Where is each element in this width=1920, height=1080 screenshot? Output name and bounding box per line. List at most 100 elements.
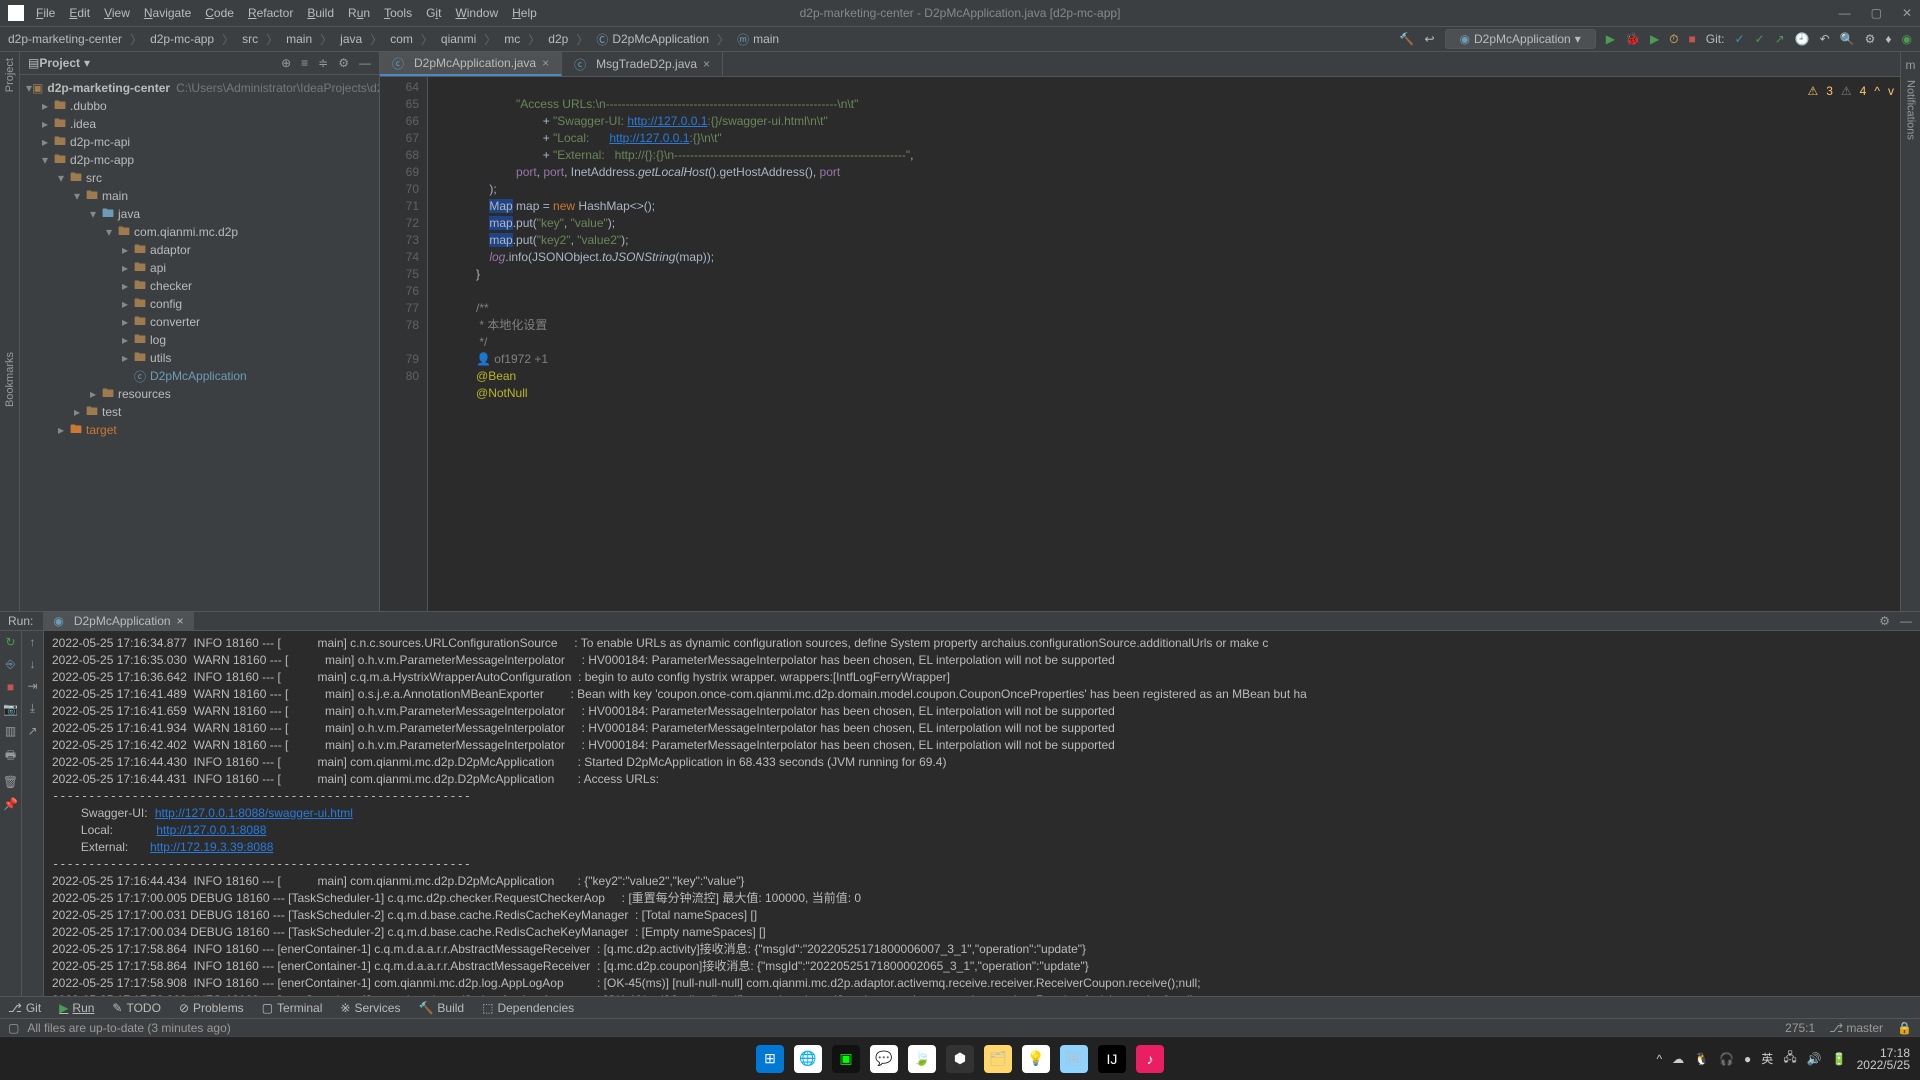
tw-todo[interactable]: ✎TODO	[112, 1001, 161, 1015]
tw-terminal[interactable]: ▢Terminal	[262, 1001, 323, 1015]
line-gutter[interactable]: 6465666768697071727374757677787980	[380, 77, 428, 611]
wifi-icon[interactable]: 🖧	[1783, 1048, 1796, 1069]
menu-edit[interactable]: Edit	[69, 6, 90, 20]
minimize-icon[interactable]: —	[1839, 6, 1851, 20]
console-output[interactable]: 2022-05-25 17:16:34.877 INFO 18160 --- […	[44, 631, 1920, 1013]
external-link[interactable]: http://172.19.3.39:8088	[150, 840, 273, 854]
chat-app[interactable]: 💬	[870, 1045, 898, 1073]
settings-icon[interactable]: ⚙	[1865, 32, 1876, 46]
tree-item[interactable]: test	[102, 405, 121, 419]
onedrive-icon[interactable]: ☁	[1672, 1052, 1684, 1066]
crumb-6[interactable]: qianmi	[441, 32, 476, 46]
tree-item[interactable]: checker	[150, 279, 192, 293]
crumb-5[interactable]: com	[390, 32, 413, 46]
tree-root[interactable]: d2p-marketing-center	[47, 81, 170, 95]
menu-file[interactable]: File	[36, 6, 55, 20]
battery-icon[interactable]: 🔋	[1832, 1052, 1847, 1066]
project-tab[interactable]: Project	[4, 58, 16, 92]
attach-icon[interactable]: ⎆	[6, 657, 16, 672]
tree-item[interactable]: adaptor	[150, 243, 191, 257]
crumb-1[interactable]: d2p-mc-app	[150, 32, 214, 46]
tw-services[interactable]: ※Services	[340, 1001, 400, 1015]
caret-position[interactable]: 275:1	[1785, 1021, 1815, 1035]
rollback-icon[interactable]: ↶	[1820, 32, 1830, 46]
profile-icon[interactable]: ⏱	[1669, 32, 1678, 47]
crumb-10[interactable]: main	[753, 32, 779, 46]
clock[interactable]: 17:18 2022/5/25	[1857, 1047, 1910, 1071]
layout-icon[interactable]: ▥	[5, 724, 16, 738]
stop-icon[interactable]: ■	[1689, 32, 1696, 46]
crumb-9[interactable]: D2pMcApplication	[612, 32, 709, 46]
maximize-icon[interactable]: ▢	[1871, 6, 1882, 20]
hide-icon[interactable]: —	[359, 56, 371, 70]
menu-tools[interactable]: Tools	[384, 6, 412, 20]
tw-dependencies[interactable]: ⬚Dependencies	[482, 1001, 574, 1015]
notifications-tab[interactable]: Notifications	[1905, 80, 1917, 140]
close-tab-icon[interactable]: ×	[542, 56, 549, 70]
chevron-down-icon[interactable]: ▾	[84, 56, 90, 70]
scroll-icon[interactable]: ⤓	[30, 701, 35, 716]
tw-problems[interactable]: ⊘Problems	[179, 1001, 244, 1015]
maven-icon[interactable]: m	[1906, 58, 1916, 72]
menu-help[interactable]: Help	[512, 6, 537, 20]
tree-item[interactable]: .idea	[70, 117, 96, 131]
panel-title[interactable]: Project	[39, 56, 80, 70]
tool-app[interactable]: ⬢	[946, 1045, 974, 1073]
back-arrow-icon[interactable]: ↩	[1424, 32, 1434, 46]
tree-item[interactable]: d2p-mc-app	[70, 153, 134, 167]
rerun-icon[interactable]: ↻	[5, 635, 15, 649]
inspection-widget[interactable]: ⚠3 ⚠4 ^ v	[1807, 83, 1894, 100]
dot-icon[interactable]: ●	[1744, 1052, 1751, 1066]
tw-run[interactable]: ▶Run	[59, 1001, 94, 1015]
stop-icon[interactable]: ■	[7, 680, 14, 694]
tree-item[interactable]: com.qianmi.mc.d2p	[134, 225, 238, 239]
tab-d2pmcapplication[interactable]: ⓒ D2pMcApplication.java ×	[380, 52, 562, 76]
tw-build[interactable]: 🔨Build	[418, 1001, 464, 1015]
project-tree[interactable]: ▾▣d2p-marketing-centerC:\Users\Administr…	[20, 75, 379, 611]
qq-icon[interactable]: 🐧	[1694, 1052, 1709, 1066]
code-area[interactable]: "Access URLs:\n-------------------------…	[428, 77, 1900, 611]
collapse-all-icon[interactable]: ≑	[318, 56, 328, 70]
run-icon[interactable]: ▶	[1606, 32, 1615, 46]
chevron-up-icon[interactable]: ^	[1657, 1052, 1663, 1066]
image-app[interactable]: 🖼	[1060, 1045, 1088, 1073]
crumb-3[interactable]: main	[286, 32, 312, 46]
headset-icon[interactable]: 🎧	[1719, 1052, 1734, 1066]
expand-all-icon[interactable]: ≡	[301, 56, 308, 70]
export-icon[interactable]: ↗	[27, 724, 37, 738]
coverage-icon[interactable]: ▶	[1650, 32, 1659, 46]
tw-git[interactable]: ⎇Git	[8, 1001, 41, 1015]
intellij-app[interactable]: IJ	[1098, 1045, 1126, 1073]
menu-navigate[interactable]: Navigate	[144, 6, 191, 20]
tree-item[interactable]: converter	[150, 315, 200, 329]
local-link[interactable]: http://127.0.0.1:8088	[156, 823, 266, 837]
bookmarks-tab[interactable]: Bookmarks	[4, 352, 16, 407]
tree-item[interactable]: java	[118, 207, 140, 221]
close-tab-icon[interactable]: ×	[703, 57, 710, 71]
close-icon[interactable]: ✕	[1902, 6, 1912, 20]
tree-item[interactable]: D2pMcApplication	[150, 369, 247, 383]
hammer-icon[interactable]: 🔨	[1398, 31, 1414, 47]
menu-code[interactable]: Code	[205, 6, 234, 20]
push-icon[interactable]: ↗	[1775, 32, 1785, 46]
hide-icon[interactable]: —	[1900, 614, 1912, 628]
gear-icon[interactable]: ⚙	[338, 56, 349, 70]
tree-item[interactable]: .dubbo	[70, 99, 107, 113]
system-tray[interactable]: ^ ☁ 🐧 🎧 ● 英 🖧 🔊 🔋 17:18 2022/5/25	[1657, 1047, 1911, 1071]
crumb-4[interactable]: java	[340, 32, 362, 46]
crumb-8[interactable]: d2p	[548, 32, 568, 46]
profiler-icon[interactable]: ◉	[1902, 32, 1912, 46]
menu-window[interactable]: Window	[455, 6, 498, 20]
explorer-app[interactable]: 🗂	[984, 1045, 1012, 1073]
menu-run[interactable]: Run	[348, 6, 370, 20]
commit-icon[interactable]: ✓	[1755, 32, 1765, 46]
trash-icon[interactable]: 🗑	[3, 775, 18, 789]
close-icon[interactable]: ×	[177, 614, 184, 628]
terminal-app[interactable]: ▣	[832, 1045, 860, 1073]
tab-msgtraded2p[interactable]: ⓒ MsgTradeD2p.java ×	[562, 52, 723, 76]
edge-app[interactable]: 🌐	[794, 1045, 822, 1073]
tree-item[interactable]: resources	[118, 387, 171, 401]
volume-icon[interactable]: 🔊	[1807, 1052, 1822, 1066]
swagger-link[interactable]: http://127.0.0.1:8088/swagger-ui.html	[155, 806, 353, 820]
tree-item[interactable]: utils	[150, 351, 171, 365]
